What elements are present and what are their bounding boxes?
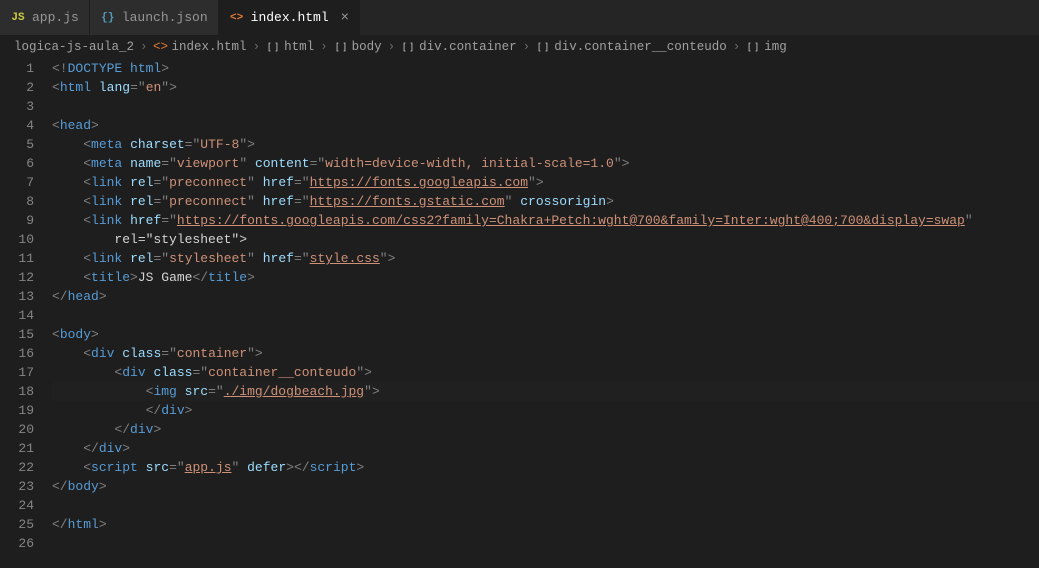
breadcrumb-item[interactable]: index.html [172,40,247,54]
brackets-icon [746,40,760,54]
code-line[interactable]: <!DOCTYPE html> [52,59,1039,78]
code-line[interactable]: <head> [52,116,1039,135]
json-icon: {} [100,10,116,26]
code-line[interactable]: </div> [52,420,1039,439]
tab-app-js[interactable]: JS app.js [0,0,90,35]
code-line[interactable]: <div class="container__conteudo"> [52,363,1039,382]
breadcrumb[interactable]: logica-js-aula_2 › <> index.html › html … [0,35,1039,59]
chevron-right-icon: › [318,40,330,54]
tab-bar: JS app.js {} launch.json <> index.html × [0,0,1039,35]
code-line[interactable]: <link rel="stylesheet" href="style.css"> [52,249,1039,268]
code-line[interactable]: <body> [52,325,1039,344]
chevron-right-icon: › [251,40,263,54]
code-line[interactable]: </div> [52,401,1039,420]
code-line[interactable]: </head> [52,287,1039,306]
code-line[interactable]: </body> [52,477,1039,496]
chevron-right-icon: › [521,40,533,54]
close-icon[interactable]: × [341,10,349,26]
code-line[interactable] [52,306,1039,325]
chevron-right-icon: › [138,40,150,54]
code-line[interactable]: <script src="app.js" defer></script> [52,458,1039,477]
brackets-icon [334,40,348,54]
code-line[interactable]: <div class="container"> [52,344,1039,363]
code-line[interactable]: <meta name="viewport" content="width=dev… [52,154,1039,173]
js-icon: JS [10,10,26,26]
breadcrumb-item[interactable]: html [284,40,314,54]
brackets-icon [401,40,415,54]
breadcrumb-item[interactable]: div.container__conteudo [554,40,727,54]
code-line[interactable]: </html> [52,515,1039,534]
chevron-right-icon: › [386,40,398,54]
tab-label: launch.json [122,10,208,25]
brackets-icon [536,40,550,54]
chevron-right-icon: › [731,40,743,54]
tab-label: index.html [251,10,329,25]
code-content[interactable]: <!DOCTYPE html><html lang="en"> <head> <… [52,59,1039,553]
tab-label: app.js [32,10,79,25]
html-icon: <> [154,40,168,54]
code-line[interactable]: rel="stylesheet"> [52,230,1039,249]
breadcrumb-item[interactable]: img [764,40,787,54]
code-line[interactable]: <title>JS Game</title> [52,268,1039,287]
code-line[interactable]: <link href="https://fonts.googleapis.com… [52,211,1039,230]
line-gutter: 1234567891011121314151617181920212223242… [0,59,52,553]
code-line[interactable] [52,534,1039,553]
breadcrumb-item[interactable]: logica-js-aula_2 [14,40,134,54]
code-line[interactable] [52,496,1039,515]
tab-launch-json[interactable]: {} launch.json [90,0,219,35]
code-line[interactable]: <link rel="preconnect" href="https://fon… [52,173,1039,192]
code-line[interactable] [52,97,1039,116]
breadcrumb-item[interactable]: div.container [419,40,517,54]
code-line[interactable]: <link rel="preconnect" href="https://fon… [52,192,1039,211]
code-line[interactable]: </div> [52,439,1039,458]
brackets-icon [266,40,280,54]
html-icon: <> [229,10,245,26]
tab-index-html[interactable]: <> index.html × [219,0,360,35]
code-editor[interactable]: 1234567891011121314151617181920212223242… [0,59,1039,553]
breadcrumb-item[interactable]: body [352,40,382,54]
code-line[interactable]: <html lang="en"> [52,78,1039,97]
code-line[interactable]: <img src="./img/dogbeach.jpg"> [52,382,1039,401]
code-line[interactable]: <meta charset="UTF-8"> [52,135,1039,154]
